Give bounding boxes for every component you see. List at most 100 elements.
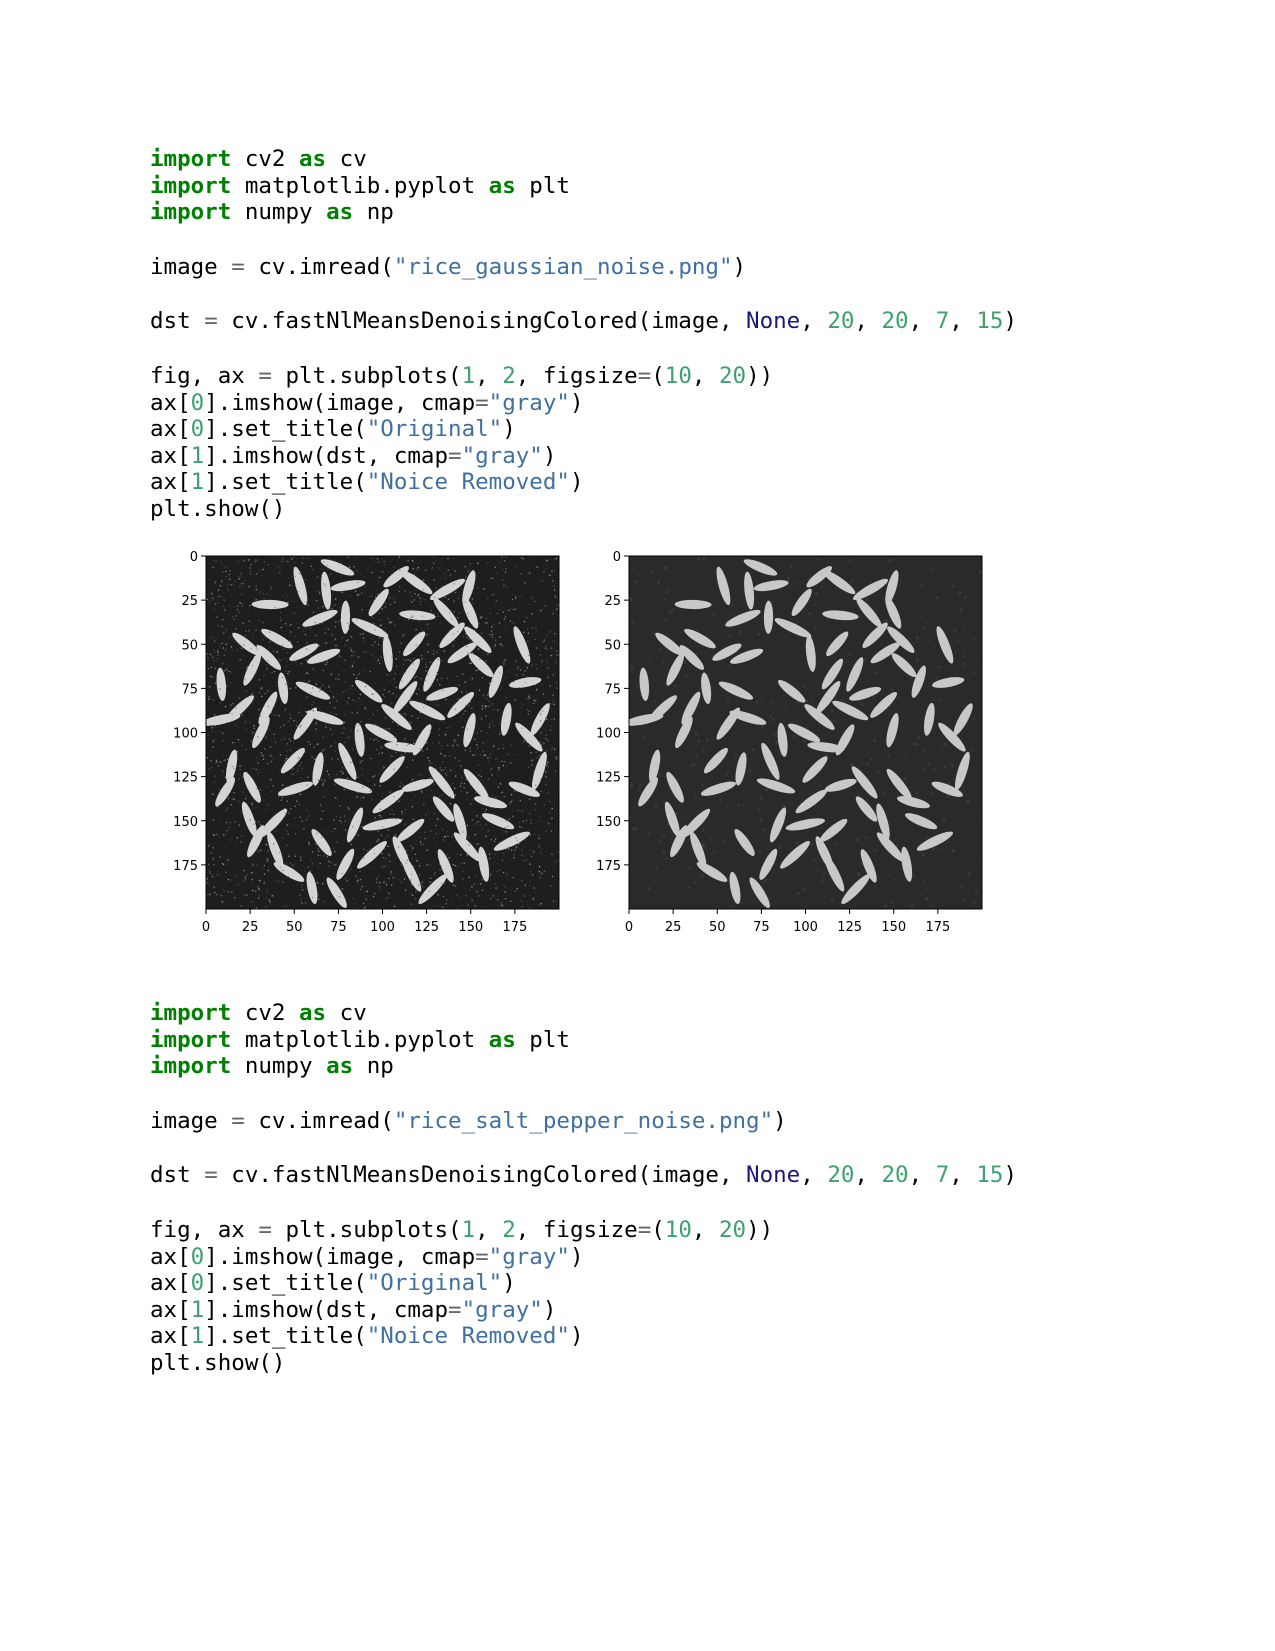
code-operator: = bbox=[204, 308, 218, 335]
code-number: 1 bbox=[190, 1323, 205, 1350]
x-tick-label: 100 bbox=[793, 920, 818, 935]
y-tick-label: 100 bbox=[173, 727, 198, 742]
code-keyword: as bbox=[488, 1026, 516, 1053]
code-text: ax[ bbox=[150, 1243, 191, 1270]
code-text: ) bbox=[1003, 1162, 1017, 1189]
code-keyword: import bbox=[150, 172, 232, 199]
code-keyword: as bbox=[299, 146, 327, 172]
code-string: "Noice Removed" bbox=[366, 1323, 570, 1350]
y-tick-label: 150 bbox=[173, 815, 198, 830]
code-text: , bbox=[854, 308, 882, 335]
code-string: "gray" bbox=[488, 1243, 570, 1270]
code-text: ) bbox=[502, 1270, 516, 1297]
code-text: numpy bbox=[231, 1053, 327, 1080]
code-text: , bbox=[800, 308, 828, 335]
code-text: , bbox=[800, 1162, 828, 1189]
code-line: import cv2 as cv bbox=[150, 146, 1017, 173]
y-tick-label: 25 bbox=[181, 594, 198, 609]
x-tick-label: 175 bbox=[502, 920, 527, 935]
code-text: , bbox=[908, 308, 936, 335]
code-text: ) bbox=[542, 442, 557, 469]
code-text: )) bbox=[746, 1216, 774, 1243]
x-tick-label: 50 bbox=[709, 920, 726, 935]
code-line: import cv2 as cv bbox=[150, 1000, 1017, 1027]
code-text: ) bbox=[773, 1107, 787, 1134]
code-operator: = bbox=[231, 253, 245, 280]
code-operator: = bbox=[258, 362, 272, 389]
code-keyword: import bbox=[150, 1000, 232, 1026]
code-operator: = bbox=[637, 1216, 652, 1243]
code-text: image bbox=[150, 253, 232, 280]
code-text: ) bbox=[542, 1296, 557, 1323]
code-line: ax[0].set_title("Original") bbox=[150, 416, 1017, 443]
code-text: )) bbox=[746, 362, 774, 389]
x-tick-label: 100 bbox=[370, 920, 395, 935]
code-text: , bbox=[908, 1162, 936, 1189]
code-operator: = bbox=[231, 1107, 245, 1134]
code-keyword: import bbox=[150, 146, 232, 172]
code-text: matplotlib.pyplot bbox=[231, 172, 489, 199]
code-number: 15 bbox=[976, 308, 1004, 335]
code-line: ax[1].imshow(dst, cmap="gray") bbox=[150, 443, 1017, 470]
code-number: 10 bbox=[664, 1216, 692, 1243]
code-string: "gray" bbox=[461, 1296, 543, 1323]
code-text: cv.fastNlMeansDenoisingColored(image, bbox=[217, 308, 747, 335]
code-text: cv.imread( bbox=[244, 253, 394, 280]
y-tick-label: 75 bbox=[604, 682, 621, 697]
code-text: , bbox=[854, 1162, 882, 1189]
code-text: dst bbox=[150, 308, 205, 335]
code-operator: = bbox=[475, 1243, 489, 1270]
code-number: 7 bbox=[935, 1162, 950, 1189]
code-operator: = bbox=[204, 1162, 218, 1189]
code-line: fig, ax = plt.subplots(1, 2, figsize=(10… bbox=[150, 1217, 1017, 1244]
code-text: cv bbox=[326, 146, 367, 172]
code-text: plt.subplots( bbox=[271, 1216, 462, 1243]
code-string: "Original" bbox=[366, 416, 503, 443]
code-text: ax[ bbox=[150, 416, 191, 443]
y-tick-label: 0 bbox=[190, 550, 198, 565]
figure-svg: Original 0 25 50 75 100 125 150 175 0 25 50 75 100 125… bbox=[173, 550, 983, 935]
y-tick-label: 50 bbox=[604, 638, 621, 653]
code-line: plt.show() bbox=[150, 496, 1017, 523]
code-number: 10 bbox=[664, 362, 692, 389]
panel-title: Noice Removed bbox=[739, 550, 872, 551]
panel-title: Original bbox=[349, 550, 416, 551]
code-text: ].imshow(image, cmap bbox=[204, 1243, 476, 1270]
code-text: ax[ bbox=[150, 1323, 191, 1350]
code-line: image = cv.imread("rice_salt_pepper_nois… bbox=[150, 1108, 1017, 1135]
code-text: , bbox=[949, 308, 977, 335]
code-text: ].imshow(dst, cmap bbox=[204, 442, 449, 469]
y-tick-label: 175 bbox=[173, 859, 198, 874]
code-string: "gray" bbox=[461, 442, 543, 469]
image-panel-1: Original 0 25 50 75 100 125 150 175 0 25 50 75 100 125… bbox=[173, 550, 560, 935]
x-tick-label: 150 bbox=[458, 920, 483, 935]
code-text: fig, ax bbox=[150, 1216, 259, 1243]
code-number: 1 bbox=[190, 442, 205, 469]
code-text: cv bbox=[326, 1000, 367, 1026]
code-keyword: import bbox=[150, 199, 232, 226]
code-text: numpy bbox=[231, 199, 327, 226]
code-text: ) bbox=[569, 1243, 584, 1270]
output-figure: Original 0 25 50 75 100 125 150 175 0 25 50 75 100 125… bbox=[160, 550, 1060, 990]
code-text: ax[ bbox=[150, 442, 191, 469]
code-number: 20 bbox=[827, 308, 855, 335]
x-tick-label: 175 bbox=[925, 920, 950, 935]
code-text: cv.imread( bbox=[244, 1107, 394, 1134]
code-text: , bbox=[475, 362, 503, 389]
code-text: ) bbox=[502, 416, 516, 443]
code-text: ) bbox=[732, 253, 747, 280]
code-text: , bbox=[475, 1216, 503, 1243]
x-tick-label: 25 bbox=[665, 920, 682, 935]
code-text: ax[ bbox=[150, 1270, 191, 1297]
code-number: 0 bbox=[190, 1243, 205, 1270]
code-text: ) bbox=[569, 469, 584, 496]
y-tick-label: 0 bbox=[613, 550, 621, 565]
code-text: cv2 bbox=[231, 1000, 300, 1026]
code-number: 2 bbox=[502, 1216, 516, 1243]
code-string: "gray" bbox=[488, 389, 570, 416]
code-number: 20 bbox=[827, 1162, 855, 1189]
